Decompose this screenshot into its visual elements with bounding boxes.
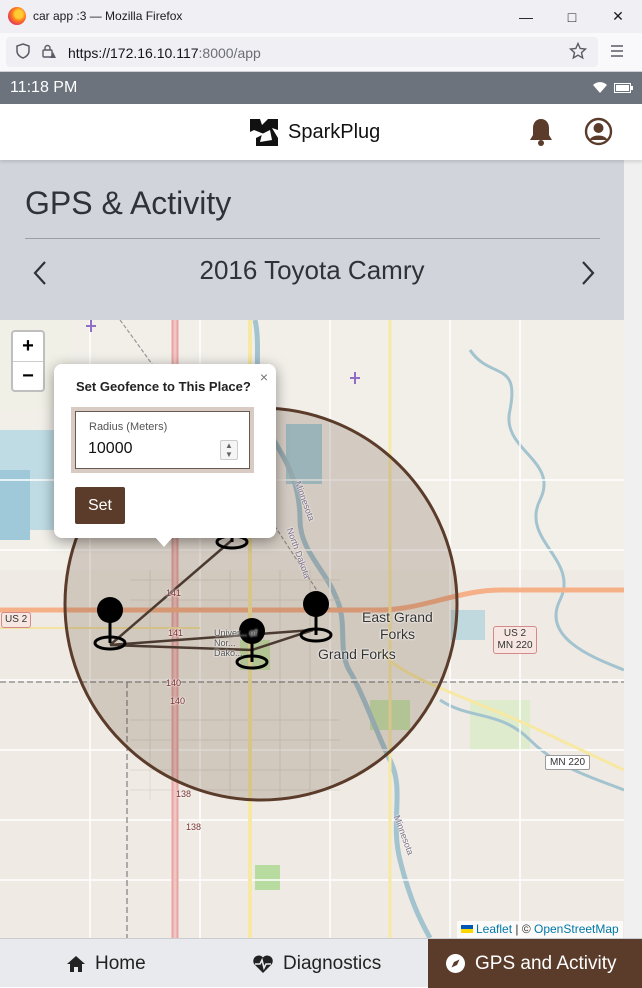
menu-hamburger-icon[interactable] [610,44,624,62]
osm-link[interactable]: OpenStreetMap [534,922,619,936]
nav-diagnostics[interactable]: Diagnostics [252,939,381,988]
route-number: 138 [176,789,192,799]
route-number: 138 [186,822,202,832]
nav-gps-label: GPS and Activity [475,952,617,974]
window-titlebar: car app :3 — Mozilla Firefox — □ ✕ [0,0,642,33]
shield-icon[interactable] [16,43,30,63]
map-label-east-grand-forks: East Grand [362,609,433,625]
attribution-separator: | © [512,922,534,936]
ukraine-flag-icon [461,925,473,933]
nav-home-label: Home [95,952,146,974]
bookmark-star-icon[interactable] [568,41,588,64]
bottom-navigation: Home Diagnostics GPS and Activity [0,938,642,988]
url-bar[interactable]: https://172.16.10.117:8000/app [6,37,598,67]
page-scrollbar[interactable] [624,160,642,938]
nav-diagnostics-label: Diagnostics [283,952,382,974]
radius-input[interactable]: 10000 [88,440,208,458]
device-status-bar: 11:18 PM [0,72,642,104]
popup-question: Set Geofence to This Place? [76,379,251,394]
battery-icon [614,83,633,93]
leaflet-link[interactable]: Leaflet [476,922,512,936]
popup-close-button[interactable]: × [260,369,268,385]
wifi-icon [593,82,607,93]
geofence-popup: × Set Geofence to This Place? Radius (Me… [54,364,276,538]
zoom-control: + − [11,330,45,392]
notification-bell-icon[interactable] [527,117,555,147]
browser-window: car app :3 — Mozilla Firefox — □ ✕ https… [0,0,642,988]
radius-field-inner: Radius (Meters) 10000 ▲ ▼ [75,411,250,469]
shield-line: US 2 [503,628,527,639]
lock-warning-icon[interactable] [41,43,57,63]
route-shield-mn220: MN 220 [545,755,591,770]
zoom-in-button[interactable]: + [13,332,43,361]
zoom-out-button[interactable]: − [13,361,43,390]
map-attribution: Leaflet | © OpenStreetMap [457,921,623,938]
sparkplug-logo-icon [250,119,278,146]
close-window-icon[interactable]: ✕ [595,0,641,33]
page-title: GPS & Activity [25,185,232,221]
route-number: 141 [166,588,182,598]
status-time: 11:18 PM [10,79,78,96]
brand-name: SparkPlug [288,120,381,143]
heart-pulse-icon [253,954,273,973]
nav-home[interactable]: Home [66,939,146,988]
url-path: :8000/app [198,45,261,61]
popup-tip [155,537,173,547]
browser-navbar: https://172.16.10.117:8000/app [0,33,642,72]
nav-gps-activity[interactable]: GPS and Activity [428,939,642,988]
divider [25,238,600,239]
radius-label: Radius (Meters) [89,421,168,433]
radius-field[interactable]: Radius (Meters) 10000 ▲ ▼ [71,407,254,473]
route-number: 140 [170,696,186,706]
route-number: 140 [166,678,182,688]
route-shield-us2: US 2 [1,612,32,628]
map-label-university: Univer... of Nor... Dako... [214,628,258,658]
url-text[interactable]: https://172.16.10.117:8000/app [68,45,261,61]
gps-header: GPS & Activity 2016 Toyota Camry [0,160,624,320]
map-label-east-grand-forks-2: Forks [380,626,415,642]
url-host: https://172.16.10.117 [68,45,199,61]
app-header: SparkPlug [0,104,642,160]
home-icon [67,955,85,972]
radius-stepper[interactable]: ▲ ▼ [220,440,238,460]
firefox-logo-icon [8,7,26,25]
vehicle-name: 2016 Toyota Camry [199,255,425,285]
shield-line: MN 220 [497,640,533,651]
compass-icon [446,954,465,973]
route-number: 141 [168,628,184,638]
account-icon[interactable] [584,117,613,146]
next-vehicle-chevron-icon[interactable] [576,258,600,288]
route-shield-us2-mn220: US 2 MN 220 [493,626,537,654]
maximize-icon[interactable]: □ [549,0,595,33]
map-label-grand-forks: Grand Forks [318,646,396,662]
window-title: car app :3 — Mozilla Firefox [33,9,183,23]
brand[interactable]: SparkPlug [248,116,380,148]
set-geofence-button[interactable]: Set [75,487,125,524]
minimize-icon[interactable]: — [503,0,549,33]
